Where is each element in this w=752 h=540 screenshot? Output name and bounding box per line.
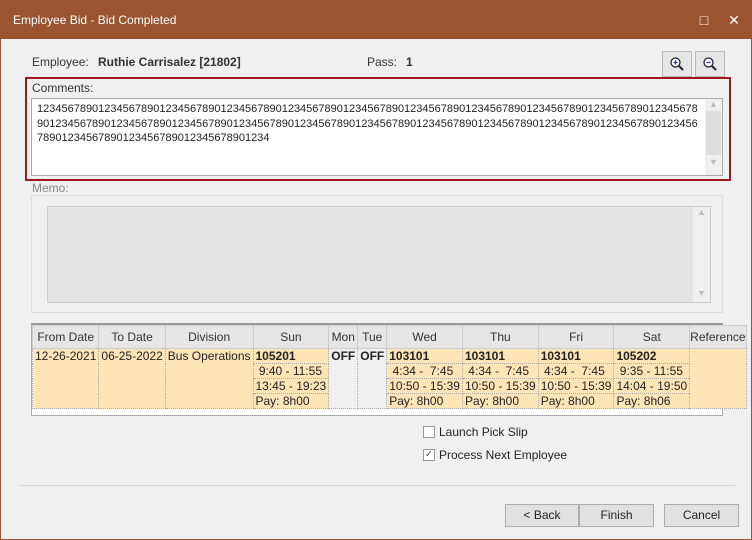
table-row[interactable]: 12-26-2021 06-25-2022 Bus Operations 105201… xyxy=(31,348,747,409)
window-title: Employee Bid - Bid Completed xyxy=(13,13,177,27)
memo-label: Memo: xyxy=(32,181,69,195)
mon-cell: OFF xyxy=(328,348,359,409)
reference-cell xyxy=(689,348,747,409)
tue-cell: OFF xyxy=(357,348,388,409)
division-cell: Bus Operations xyxy=(164,348,254,409)
launch-pick-slip-checkbox[interactable]: Launch Pick Slip xyxy=(423,425,528,439)
thu-line-0: 103101 xyxy=(461,348,539,364)
sun-line-0: 105201 xyxy=(252,348,330,364)
memo-scrollbar[interactable]: ▲ ▼ xyxy=(693,207,710,302)
from-date-cell: 12-26-2021 xyxy=(31,348,100,409)
sun-line-3: Pay: 8h00 xyxy=(252,393,330,409)
zoom-out-button[interactable] xyxy=(695,51,725,77)
sat-line-2: 14:04 - 19:50 xyxy=(613,378,691,394)
cancel-button[interactable]: Cancel xyxy=(664,504,739,527)
bid-table: From Date To Date Division Sun Mon Tue Wed Thu F… xyxy=(31,325,747,409)
to-date-cell: 06-25-2022 xyxy=(98,348,166,409)
column-header-reference[interactable]: Reference xyxy=(689,325,747,349)
scroll-down-icon[interactable]: ▼ xyxy=(693,288,710,298)
column-header-thu[interactable]: Thu xyxy=(461,325,539,349)
memo-textarea[interactable] xyxy=(47,206,711,303)
column-header-from-date[interactable]: From Date xyxy=(31,325,100,349)
separator xyxy=(19,485,735,486)
column-header-mon[interactable]: Mon xyxy=(328,325,359,349)
employee-value: Ruthie Carrisalez [21802] xyxy=(98,55,241,69)
fri-line-2: 10:50 - 15:39 xyxy=(537,378,615,394)
thu-line-2: 10:50 - 15:39 xyxy=(461,378,539,394)
sat-line-1: 9:35 - 11:55 xyxy=(613,363,691,379)
wed-line-0: 103101 xyxy=(386,348,463,364)
column-header-wed[interactable]: Wed xyxy=(386,325,463,349)
back-button[interactable]: < Back xyxy=(505,504,579,527)
close-icon[interactable]: ✕ xyxy=(719,9,749,31)
process-next-employee-label: Process Next Employee xyxy=(439,448,568,462)
fri-line-3: Pay: 8h00 xyxy=(537,393,615,409)
sat-line-3: Pay: 8h06 xyxy=(613,393,691,409)
zoom-in-icon xyxy=(670,57,684,71)
title-bar: Employee Bid - Bid Completed □ ✕ xyxy=(1,1,752,39)
sun-line-2: 13:45 - 19:23 xyxy=(252,378,330,394)
scroll-up-icon[interactable]: ▲ xyxy=(693,207,710,217)
comments-label: Comments: xyxy=(32,81,94,95)
wed-line-3: Pay: 8h00 xyxy=(386,393,463,409)
comments-scrollbar[interactable]: ▲ ▼ xyxy=(705,99,722,175)
wed-line-2: 10:50 - 15:39 xyxy=(386,378,463,394)
column-header-fri[interactable]: Fri xyxy=(537,325,615,349)
maximize-icon[interactable]: □ xyxy=(689,9,719,31)
scroll-thumb[interactable] xyxy=(706,111,721,155)
sat-line-0: 105202 xyxy=(613,348,691,364)
checkbox-box[interactable] xyxy=(423,426,435,438)
pass-value: 1 xyxy=(406,55,413,69)
scroll-down-icon[interactable]: ▼ xyxy=(705,157,722,167)
fri-line-1: 4:34 - 7:45 xyxy=(537,363,615,379)
column-header-sat[interactable]: Sat xyxy=(613,325,691,349)
wed-line-1: 4:34 - 7:45 xyxy=(386,363,463,379)
scroll-up-icon[interactable]: ▲ xyxy=(705,99,722,109)
column-header-division[interactable]: Division xyxy=(164,325,254,349)
pass-label: Pass: xyxy=(367,55,398,69)
thu-line-1: 4:34 - 7:45 xyxy=(461,363,539,379)
comments-textarea[interactable]: 1234567890123456789012345678901234567890… xyxy=(31,98,723,176)
employee-label: Employee: xyxy=(32,55,89,69)
checkbox-box[interactable]: ✓ xyxy=(423,449,435,461)
finish-button[interactable]: Finish xyxy=(579,504,654,527)
column-header-sun[interactable]: Sun xyxy=(252,325,330,349)
process-next-employee-checkbox[interactable]: ✓ Process Next Employee xyxy=(423,448,567,462)
zoom-out-icon xyxy=(703,57,717,71)
launch-pick-slip-label: Launch Pick Slip xyxy=(439,425,528,439)
thu-line-3: Pay: 8h00 xyxy=(461,393,539,409)
column-header-tue[interactable]: Tue xyxy=(357,325,388,349)
bid-grid[interactable]: From Date To Date Division Sun Mon Tue Wed Thu F… xyxy=(31,323,747,416)
column-header-to-date[interactable]: To Date xyxy=(98,325,166,349)
fri-line-0: 103101 xyxy=(537,348,615,364)
zoom-in-button[interactable] xyxy=(662,51,692,77)
sun-line-1: 9:40 - 11:55 xyxy=(252,363,330,379)
